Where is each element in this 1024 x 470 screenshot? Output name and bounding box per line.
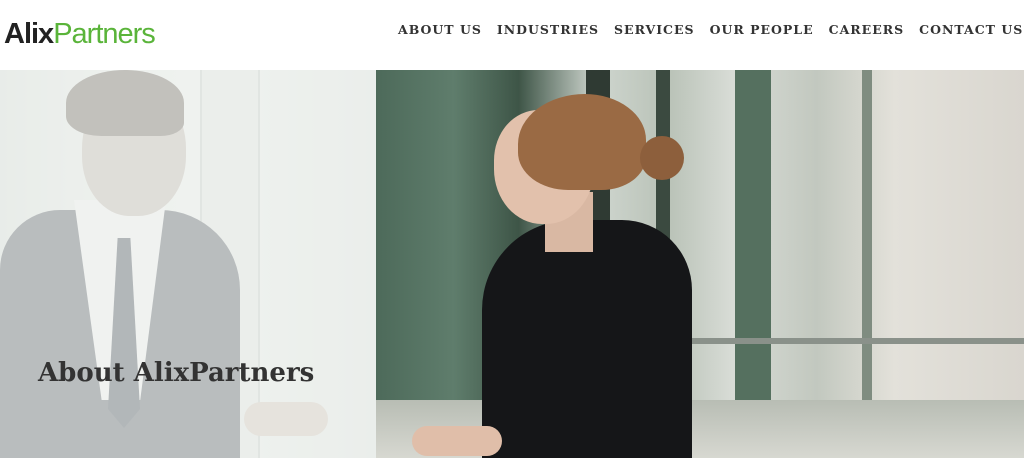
nav-our-people[interactable]: OUR PEOPLE <box>710 22 814 38</box>
page-bottom-strip <box>0 458 1024 470</box>
logo-alix: Alix <box>4 18 54 50</box>
hero-title: About AlixPartners <box>38 358 315 388</box>
nav-careers[interactable]: CAREERS <box>829 22 905 38</box>
hero-banner: About AlixPartners <box>0 70 1024 458</box>
woman-hands <box>412 426 502 456</box>
nav-contact-us[interactable]: CONTACT US <box>919 22 1023 38</box>
woman-blazer <box>482 220 692 458</box>
nav-about-us[interactable]: ABOUT US <box>398 22 482 38</box>
woman-hair <box>518 94 646 190</box>
logo-partners: Partners <box>53 18 156 50</box>
main-nav: ABOUT US INDUSTRIES SERVICES OUR PEOPLE … <box>398 22 1023 38</box>
nav-industries[interactable]: INDUSTRIES <box>497 22 599 38</box>
alixpartners-logo[interactable]: AlixPartners <box>4 16 156 52</box>
woman-hair-bun <box>640 136 684 180</box>
nav-services[interactable]: SERVICES <box>614 22 695 38</box>
railing <box>660 338 1024 344</box>
frost-overlay <box>0 70 376 458</box>
site-header: AlixPartners ABOUT US INDUSTRIES SERVICE… <box>0 0 1024 70</box>
